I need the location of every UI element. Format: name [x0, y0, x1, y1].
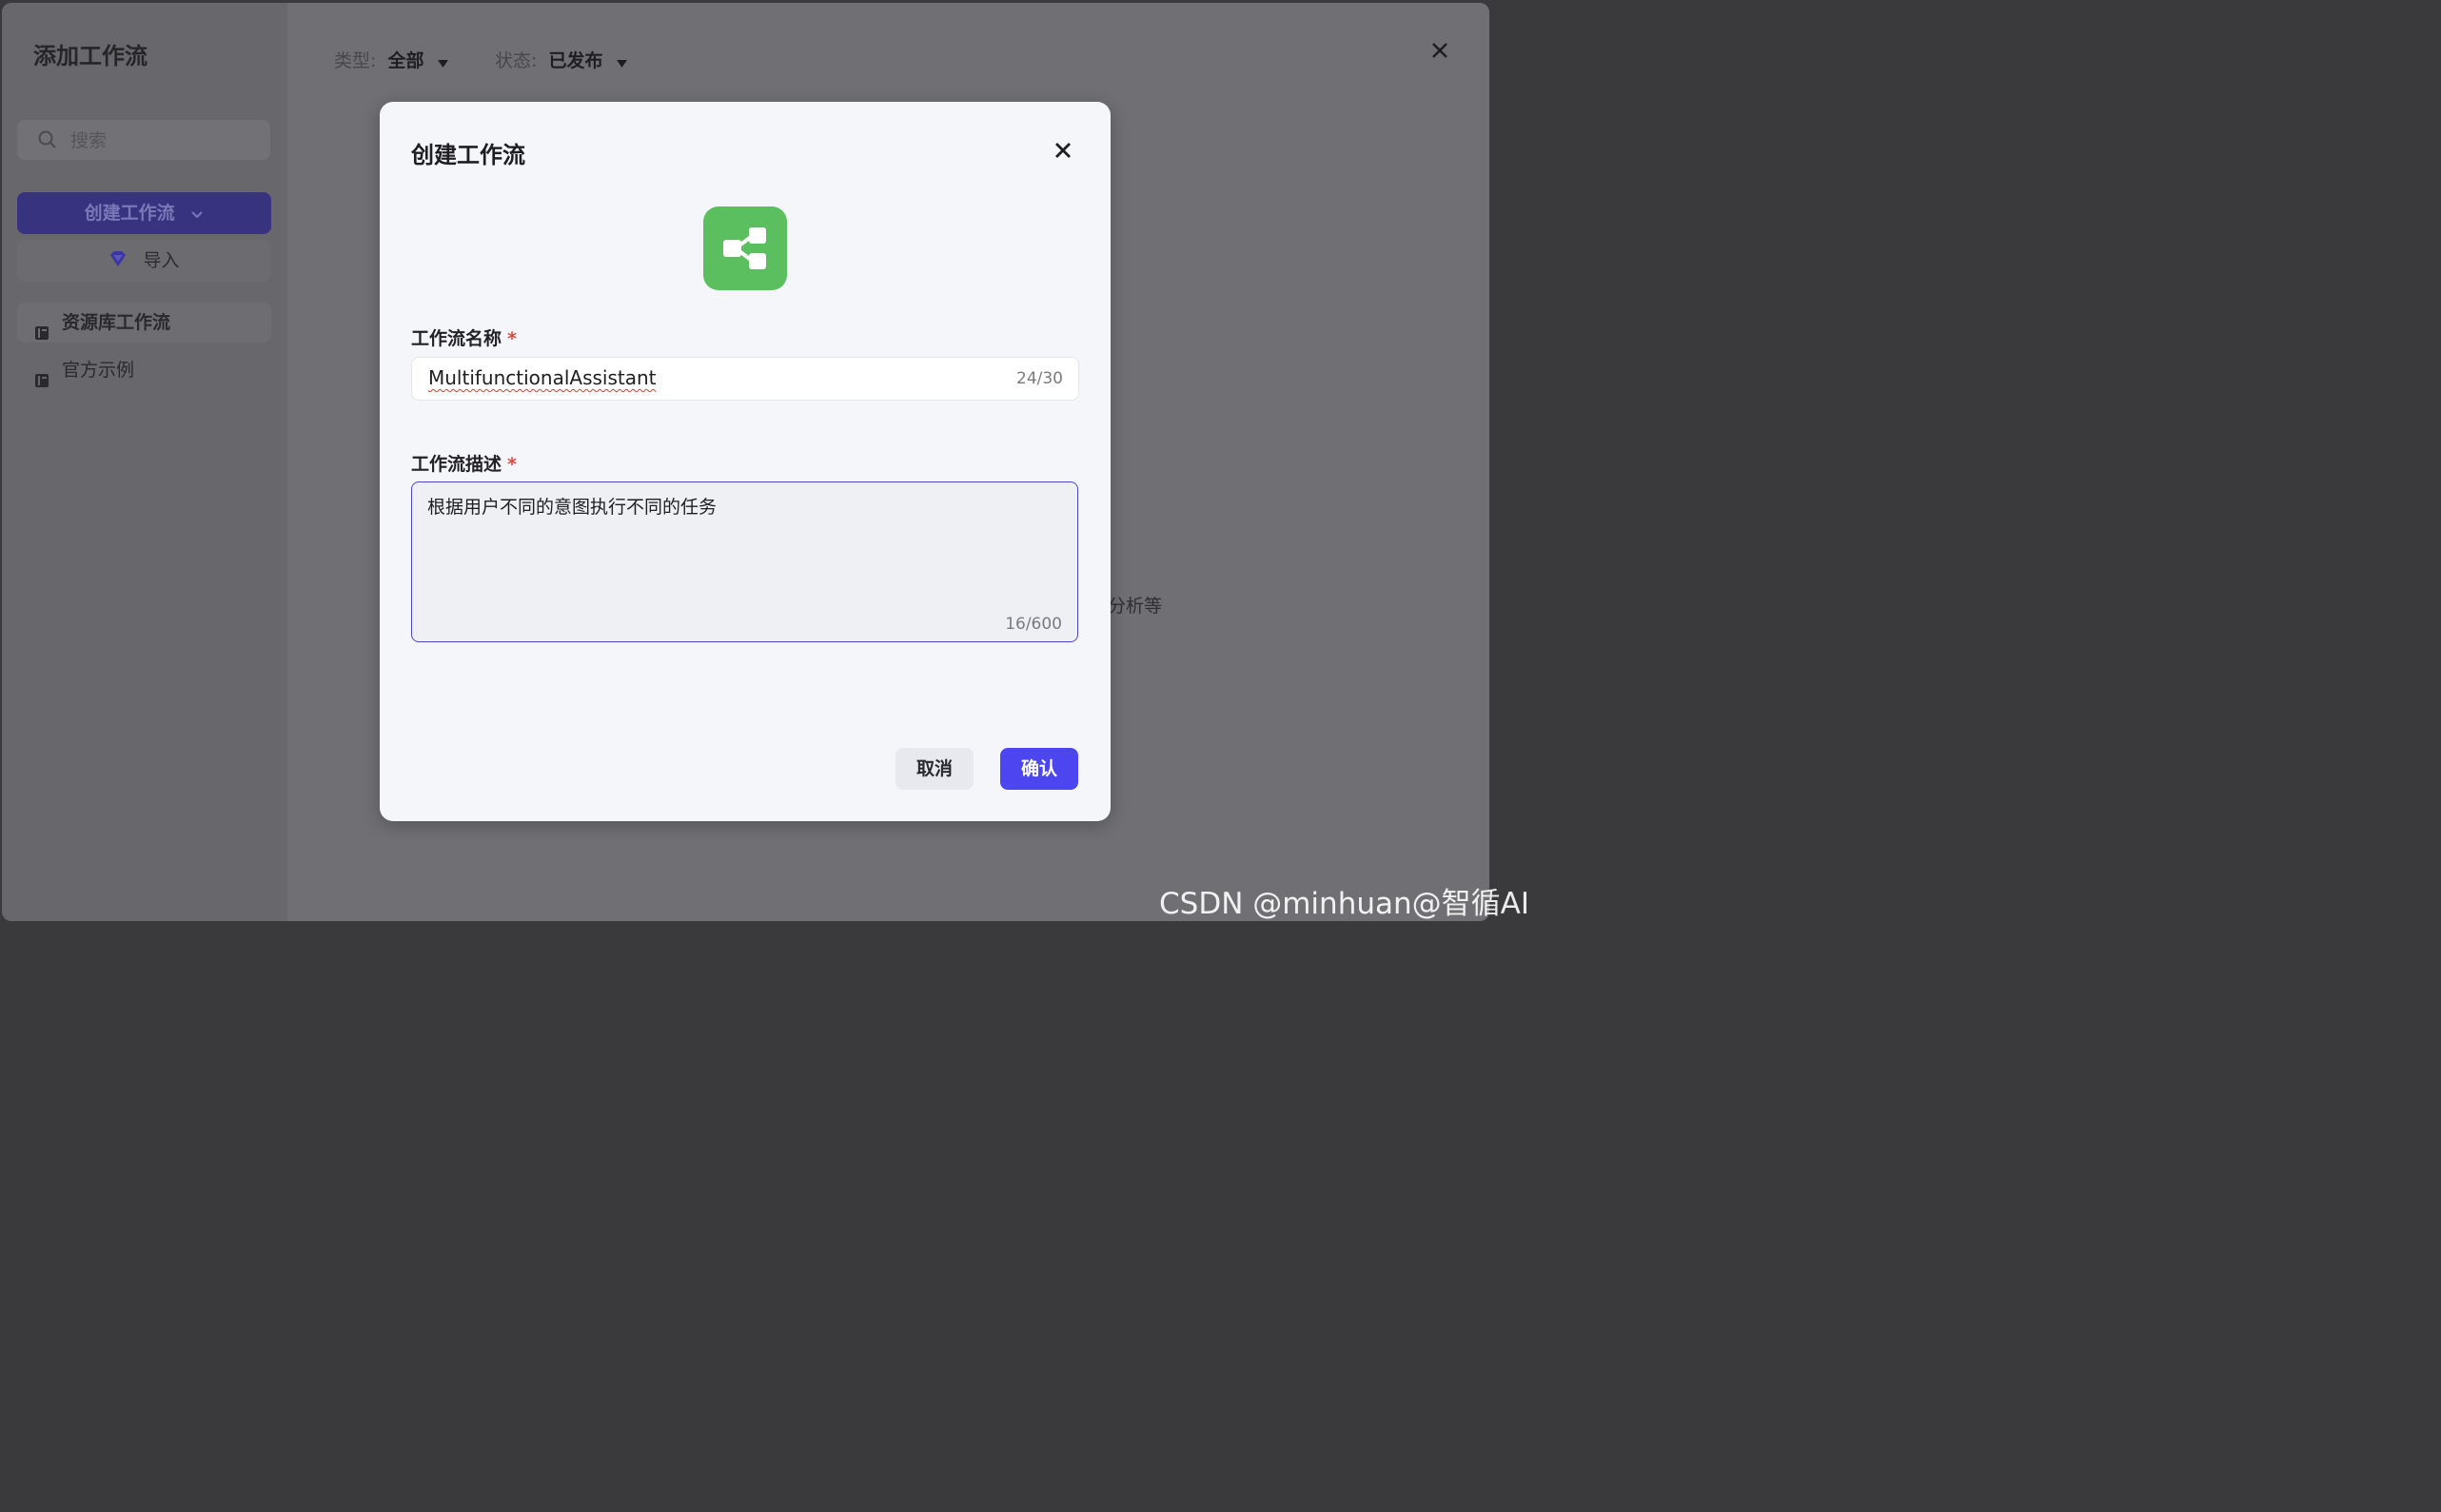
caret-down-icon — [616, 51, 627, 72]
status-filter[interactable]: 状态: 已发布 — [495, 47, 627, 72]
watermark: CSDN @minhuan@智循AI — [1159, 887, 1529, 921]
search-box[interactable] — [17, 120, 270, 160]
book-icon — [34, 363, 49, 403]
desc-label-text: 工作流描述 — [411, 454, 502, 475]
caret-down-icon — [437, 51, 448, 72]
close-icon[interactable] — [1053, 141, 1073, 164]
book-icon — [34, 315, 49, 355]
page-title: 添加工作流 — [33, 43, 148, 69]
name-label-text: 工作流名称 — [411, 328, 502, 349]
sidebar: 添加工作流 创建工作流 导入 资源库工作流 — [2, 3, 287, 921]
cancel-button[interactable]: 取消 — [896, 748, 974, 790]
create-workflow-label: 创建工作流 — [84, 203, 175, 224]
confirm-button[interactable]: 确认 — [1000, 748, 1078, 790]
type-filter-value: 全部 — [387, 50, 424, 71]
dialog-title: 创建工作流 — [411, 142, 525, 168]
name-char-counter: 24/30 — [1016, 369, 1063, 388]
sidebar-item-label: 官方示例 — [62, 360, 135, 381]
search-input[interactable] — [69, 128, 263, 154]
workflow-name-value: MultifunctionalAssistant — [428, 366, 657, 389]
required-mark: * — [507, 454, 517, 475]
workflow-icon[interactable] — [703, 206, 787, 290]
create-workflow-button[interactable]: 创建工作流 — [17, 192, 271, 234]
gem-icon — [108, 241, 128, 283]
status-filter-value: 已发布 — [548, 50, 603, 71]
type-filter[interactable]: 类型: 全部 — [334, 47, 448, 72]
workflow-description-value: 根据用户不同的意图执行不同的任务 — [427, 497, 718, 518]
required-mark: * — [507, 328, 517, 349]
background-card-text: 分析等 — [1108, 596, 1163, 617]
create-workflow-dialog: 创建工作流 工作流名称 * MultifunctionalAssistant 24… — [380, 102, 1111, 821]
type-filter-label: 类型: — [334, 50, 377, 71]
close-icon[interactable] — [1430, 41, 1449, 64]
chevron-down-icon — [190, 193, 204, 235]
import-label: 导入 — [143, 250, 180, 271]
workflow-description-textarea[interactable]: 根据用户不同的意图执行不同的任务 16/600 — [411, 481, 1078, 642]
sidebar-item-official-examples[interactable]: 官方示例 — [17, 350, 271, 390]
sidebar-item-label: 资源库工作流 — [62, 312, 171, 333]
import-button[interactable]: 导入 — [17, 240, 271, 282]
workflow-name-input[interactable]: MultifunctionalAssistant 24/30 — [411, 357, 1079, 401]
status-filter-label: 状态: — [495, 50, 538, 71]
name-field-label: 工作流名称 * — [411, 324, 517, 350]
desc-char-counter: 16/600 — [1005, 615, 1062, 634]
desc-field-label: 工作流描述 * — [411, 450, 517, 476]
search-icon — [38, 130, 57, 153]
sidebar-item-library-workflows[interactable]: 资源库工作流 — [17, 303, 271, 343]
